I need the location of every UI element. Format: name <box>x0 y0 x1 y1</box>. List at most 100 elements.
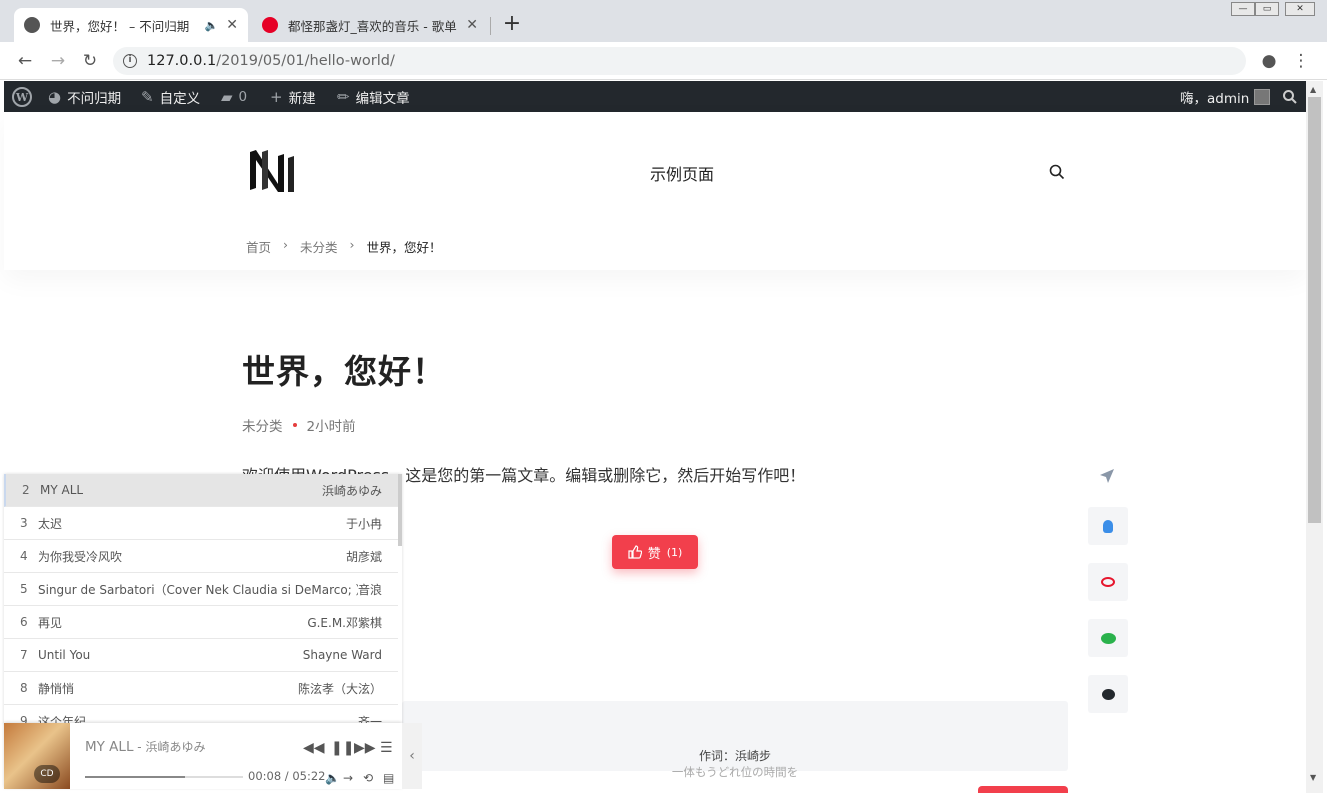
breadcrumb-separator: › <box>349 237 355 252</box>
nav-sample-page[interactable]: 示例页面 <box>650 161 714 185</box>
window-close-button[interactable]: ✕ <box>1285 2 1315 16</box>
breadcrumb-category[interactable]: 未分类 <box>300 237 338 256</box>
accent-bar <box>978 786 1068 793</box>
lyrics-box: 作词：浜崎步 一体もうどれ位の時間を <box>402 701 1068 779</box>
forward-icon[interactable]: → <box>47 50 69 72</box>
like-button[interactable]: 赞 (1) <box>612 535 698 569</box>
back-icon[interactable]: ← <box>14 50 36 72</box>
search-icon[interactable] <box>1049 164 1065 180</box>
track-artist: 音浪 <box>357 582 382 597</box>
new-tab-button[interactable]: + <box>500 12 524 36</box>
info-icon[interactable]: i <box>123 54 137 68</box>
next-icon[interactable]: ▶▶ <box>354 740 376 756</box>
music-playlist: 2 MY ALL 浜崎あゆみ 3 太迟 于小冉 4 为你我受冷风吹 胡彦斌 5 Singur … <box>4 474 402 724</box>
adminbar-new[interactable]: + 新建 <box>270 81 316 112</box>
previous-icon[interactable]: ◀◀ <box>303 740 325 756</box>
minimize-button[interactable]: — <box>1231 2 1255 16</box>
adminbar-greeting: 嗨，admin <box>1180 90 1250 107</box>
send-icon[interactable] <box>1098 467 1118 487</box>
netease-music-icon <box>262 17 278 33</box>
tab-title: 都怪那盏灯_喜欢的音乐 - 歌单 - <box>288 18 459 34</box>
track-artist: G.E.M.邓紫棋 <box>307 615 382 630</box>
browser-tab-strip: 世界，您好！ – 不问归期 🔈 ✕ 都怪那盏灯_喜欢的音乐 - 歌单 - ✕ +… <box>0 0 1327 42</box>
post-time: 2小时前 <box>306 419 356 435</box>
pencil-icon: ✏ <box>337 87 350 106</box>
playlist-row[interactable]: 9 这个年纪 齐一 <box>4 705 398 724</box>
track-title: 再见 <box>38 615 63 630</box>
tab-divider <box>490 17 491 35</box>
breadcrumb-current: 世界，您好！ <box>366 240 442 255</box>
address-bar[interactable]: i 127.0.0.1/2019/05/01/hello-world/ <box>113 47 1246 75</box>
progress-fill <box>85 776 185 778</box>
browser-tab-music[interactable]: 都怪那盏灯_喜欢的音乐 - 歌单 - ✕ <box>252 8 488 42</box>
page-scrollbar[interactable]: ▲ ▼ <box>1306 81 1323 793</box>
cd-badge: CD <box>34 765 60 783</box>
playlist-row[interactable]: 3 太迟 于小冉 <box>4 507 398 540</box>
site-logo[interactable] <box>248 148 298 194</box>
avatar <box>1254 88 1271 105</box>
breadcrumb: 首页 › 未分类 › 世界，您好！ <box>246 237 442 256</box>
scroll-up-icon[interactable]: ▲ <box>1310 85 1316 94</box>
brush-icon: ✎ <box>141 87 154 106</box>
post-category[interactable]: 未分类 <box>242 415 283 435</box>
share-weibo-button[interactable] <box>1088 563 1128 601</box>
url-host: 127.0.0.1 <box>147 53 217 69</box>
svg-text:W: W <box>15 91 29 104</box>
breadcrumb-home[interactable]: 首页 <box>246 237 271 256</box>
lyric-line-2: 一体もうどれ位の時間を <box>671 765 799 779</box>
now-playing-separator: - <box>133 740 146 754</box>
track-number: 2 <box>22 483 30 497</box>
dashboard-icon: ◕ <box>48 87 62 106</box>
lyrics-toggle-icon[interactable]: ▤ <box>383 771 394 785</box>
volume-icon[interactable]: 🔈 <box>325 771 340 785</box>
menu-icon[interactable]: ⋮ <box>1290 50 1312 72</box>
tab-close-icon[interactable]: ✕ <box>466 17 478 33</box>
tab-close-icon[interactable]: ✕ <box>226 17 238 33</box>
share-wechat-button[interactable] <box>1088 619 1128 657</box>
order-icon[interactable]: → <box>343 771 353 785</box>
adminbar-comments[interactable]: ▰ 0 <box>221 81 247 112</box>
playlist-scrollbar[interactable] <box>398 474 402 546</box>
player-collapse-button[interactable]: ‹ <box>402 723 422 789</box>
playlist-row[interactable]: 5 Singur de Sarbatori（Cover Nek Claudia s… <box>4 573 398 606</box>
track-title: 为你我受冷风吹 <box>38 549 123 564</box>
share-qq-button[interactable] <box>1088 507 1128 545</box>
scrollbar-thumb[interactable] <box>1308 97 1321 523</box>
wp-logo-icon[interactable]: W <box>12 81 32 112</box>
browser-tab-active[interactable]: 世界，您好！ – 不问归期 🔈 ✕ <box>14 8 248 42</box>
like-count: (1) <box>666 545 683 559</box>
playlist-row[interactable]: 2 MY ALL 浜崎あゆみ <box>4 474 398 507</box>
track-artist: Shayne Ward <box>302 648 382 662</box>
adminbar-account[interactable]: 嗨，admin <box>1180 81 1271 112</box>
comment-button[interactable] <box>1088 675 1128 713</box>
adminbar-customize[interactable]: ✎ 自定义 <box>141 81 200 112</box>
adminbar-search-icon[interactable] <box>1282 81 1298 112</box>
track-number: 6 <box>20 615 28 629</box>
site-header: 示例页面 首页 › 未分类 › 世界，您好！ <box>4 112 1306 270</box>
account-icon[interactable]: ● <box>1258 50 1280 72</box>
album-cover[interactable]: CD <box>4 723 70 789</box>
url-path: /2019/05/01/hello-world/ <box>216 53 395 69</box>
post-meta: 未分类 2小时前 <box>242 415 356 435</box>
adminbar-site[interactable]: ◕ 不问归期 <box>48 81 121 112</box>
maximize-button[interactable]: ▭ <box>1255 2 1279 16</box>
comment-bubble-icon <box>1101 688 1115 700</box>
progress-bar[interactable] <box>85 776 243 778</box>
playlist-row[interactable]: 6 再见 G.E.M.邓紫棋 <box>4 606 398 639</box>
playlist-menu-icon[interactable]: ☰ <box>380 740 393 756</box>
playlist-row[interactable]: 4 为你我受冷风吹 胡彦斌 <box>4 540 398 573</box>
globe-icon <box>24 17 40 33</box>
adminbar-edit[interactable]: ✏ 编辑文章 <box>337 81 410 112</box>
lyric-line-1: 作词：浜崎步 <box>698 749 771 763</box>
loop-icon[interactable]: ⟲ <box>363 771 373 785</box>
reload-icon[interactable]: ↻ <box>79 50 101 72</box>
track-title: MY ALL <box>40 483 84 497</box>
track-title: 太迟 <box>38 516 63 531</box>
playlist-row[interactable]: 8 静悄悄 陈泫孝（大泫） <box>4 672 398 705</box>
scroll-down-icon[interactable]: ▼ <box>1310 773 1316 782</box>
pause-icon[interactable]: ❚❚ <box>331 740 354 756</box>
playlist-row[interactable]: 7 Until You Shayne Ward <box>4 639 398 672</box>
audio-icon[interactable]: 🔈 <box>205 19 219 32</box>
track-artist: 浜崎あゆみ <box>321 483 382 498</box>
adminbar-edit-label: 编辑文章 <box>355 90 410 107</box>
